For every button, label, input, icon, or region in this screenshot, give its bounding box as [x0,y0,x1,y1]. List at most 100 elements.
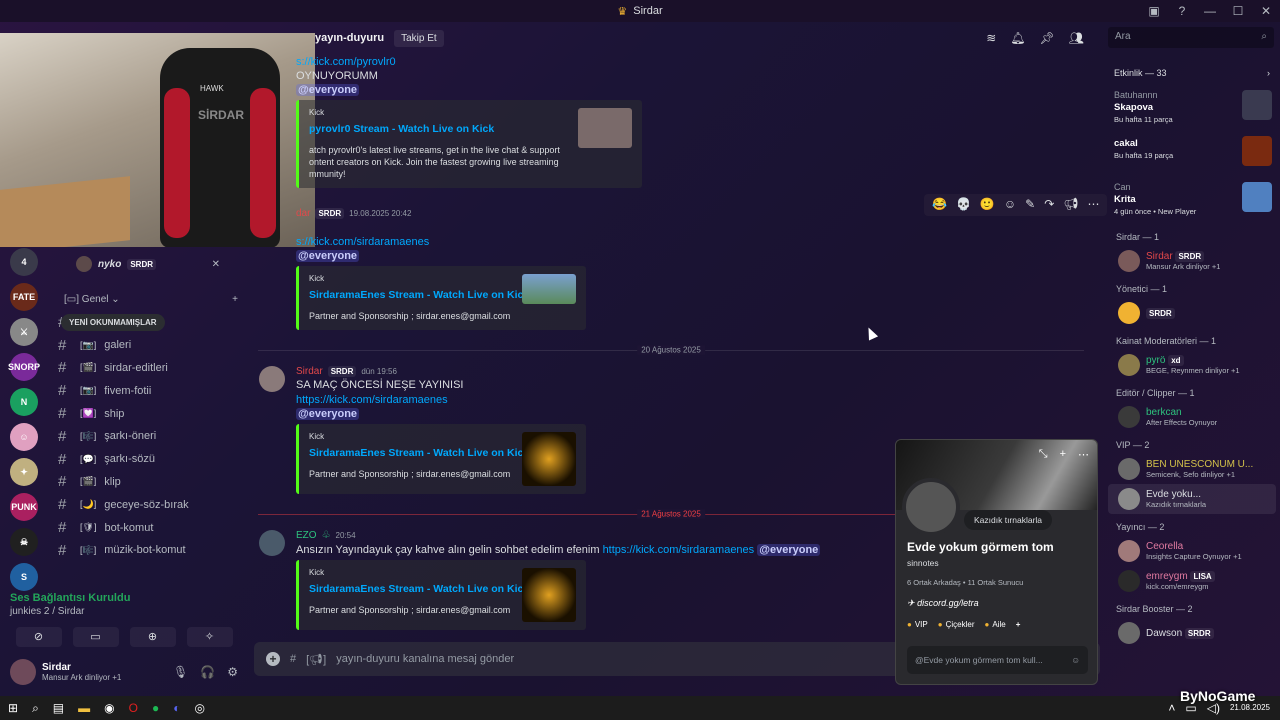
edit-icon[interactable]: ✎ [1025,197,1035,213]
embed-thumbnail[interactable] [522,568,576,622]
headphones-icon[interactable]: 🎧 [200,665,215,679]
forward-icon[interactable]: ↷ [1044,197,1054,213]
obs-icon[interactable]: ◎ [194,701,204,715]
member-item[interactable]: pyrö xd BEGE, Reynmen dinliyor +1 [1104,350,1280,380]
add-attachment-icon[interactable]: + [266,652,280,666]
server-icon[interactable]: SNORP [8,353,40,381]
opera-icon[interactable]: O [129,701,138,715]
camera-off-icon[interactable]: ⊘ [15,627,62,647]
member-item[interactable]: emreygm LISA kick.com/emreygm [1104,566,1280,596]
spotify-icon[interactable]: ● [152,701,159,715]
role-chip[interactable]: VIP [907,620,928,629]
avatar[interactable] [10,659,36,685]
settings-gear-icon[interactable]: ⚙ [227,665,238,679]
channel-şarkı-sözü[interactable]: # [💬] şarkı-sözü [48,448,248,471]
reaction-smile-icon[interactable]: 🙂 [980,197,995,213]
message-link[interactable]: s://kick.com/sirdaramaenes [296,236,429,248]
member-item[interactable]: Ceorella Insights Capture Oynuyor +1 [1104,536,1280,566]
author-name[interactable]: EZO [296,530,317,541]
profile-message-input[interactable]: @Evde yokum görmem tom kull... ☺ [907,646,1088,674]
new-unreads-pill[interactable]: YENİ OKUNMAMIŞLAR [61,314,165,331]
activity-header[interactable]: Etkinlik — 33 › [1104,60,1280,86]
embed-thumbnail[interactable] [522,274,576,304]
mention[interactable]: @everyone [296,84,360,96]
channel-geceye-söz-bırak[interactable]: # [🌙] geceye-söz-bırak [48,493,248,516]
add-reaction-icon[interactable]: ☺ [1004,197,1016,213]
member-list-icon[interactable]: 👥︎ [1069,31,1084,45]
follow-button[interactable]: Takip Et [394,29,444,47]
avatar[interactable] [259,530,285,556]
voice-channel-name[interactable]: junkies 2 / Sirdar [10,606,238,617]
server-icon[interactable]: PUNK [10,493,38,521]
activity-card[interactable]: Can Krita 4 gün önce • New Player [1104,178,1280,224]
message-link[interactable]: https://kick.com/sirdaramaenes [296,394,448,406]
message-link[interactable]: https://kick.com/sirdaramaenes [603,544,755,556]
maximize-button[interactable]: ☐ [1224,4,1252,18]
embed-thumbnail[interactable] [578,108,632,148]
announce-icon[interactable]: 📢︎ [1063,197,1078,213]
microphone-icon[interactable]: 🎙 [173,665,188,679]
member-item[interactable]: Evde yoku... Kazıdık tırnaklarla [1108,484,1276,514]
add-friend-icon[interactable]: + [1060,448,1066,461]
screen-share-icon[interactable]: ▭ [72,627,119,647]
server-icon[interactable]: ☠ [10,528,38,556]
discord-icon[interactable]: ◐ [173,701,180,715]
emoji-icon[interactable]: ☺ [1071,655,1080,665]
minimize-button[interactable]: — [1196,4,1224,18]
tray-chevron-icon[interactable]: ˄ [1168,701,1175,715]
mention[interactable]: @everyone [296,250,360,262]
author-name[interactable]: dar [296,208,310,219]
inbox-icon[interactable]: ▣ [1140,4,1168,18]
voice-channel-user[interactable]: nyko SRDR ✕ [48,248,248,280]
channel-müzik-bot-komut[interactable]: # [🎼] müzik-bot-komut [48,539,248,562]
profile-link[interactable]: ✈ discord.gg/letra [907,598,979,609]
pin-icon[interactable]: 📌︎ [1040,31,1055,45]
member-item[interactable]: berkcan After Effects Oynuyor [1104,402,1280,432]
threads-icon[interactable]: ≋ [986,31,996,45]
embed-thumbnail[interactable] [522,432,576,486]
search-icon[interactable]: ⌕ [32,701,39,716]
windows-start-icon[interactable]: ⊞ [8,701,18,715]
message-link[interactable]: s://kick.com/pyrovlr0 [296,56,396,68]
channel-sirdar-editleri[interactable]: # [🎬] sirdar-editleri [48,357,248,380]
more-icon[interactable]: ⋯ [1087,197,1099,213]
reaction-laugh-icon[interactable]: 😂 [932,197,947,213]
mention[interactable]: @everyone [296,408,360,420]
author-name[interactable]: Sirdar [296,366,323,377]
server-icon[interactable]: ☺ [10,423,38,451]
role-chip[interactable]: Çiçekler [938,620,975,629]
member-item[interactable]: BEN UNESCONUM U... Semicenk, Sefo dinliy… [1104,454,1280,484]
more-icon[interactable]: ⋯ [1078,448,1089,461]
activity-card[interactable]: Batuhannn Skapova Bu hafta 11 parça [1104,86,1280,132]
profile-mutuals[interactable]: 6 Ortak Arkadaş • 11 Ortak Sunucu [907,578,1023,587]
reaction-skull-icon[interactable]: 💀 [956,197,971,213]
server-icon[interactable]: ⚔ [10,318,38,346]
channel-şarkı-öneri[interactable]: # [🎼] şarkı-öneri [48,425,248,448]
add-channel-icon[interactable]: + [232,294,238,305]
channel-ship[interactable]: # [💟] ship [48,402,248,425]
add-role-icon[interactable]: + [1016,620,1021,629]
avatar[interactable] [259,366,285,392]
taskbar-date[interactable]: 21.08.2025 [1230,703,1270,713]
mention[interactable]: @everyone [757,544,821,556]
member-item[interactable]: SRDR [1104,298,1280,328]
bell-icon[interactable]: 🔔︎ [1010,31,1025,45]
role-chip[interactable]: Aile [985,620,1005,629]
avatar[interactable] [902,478,960,536]
channel-bot-komut[interactable]: # [🛡] bot-komut [48,516,248,539]
member-item[interactable]: Dawson SRDR [1104,618,1280,648]
soundboard-icon[interactable]: ✧ [186,627,233,647]
file-explorer-icon[interactable]: ▬ [78,701,90,715]
search-input[interactable]: Ara ⌕ [1108,27,1274,48]
server-icon[interactable]: FATE [10,283,38,311]
server-icon[interactable]: N [10,388,38,416]
channel-fivem-fotii[interactable]: # [📷] fivem-fotii [48,379,248,402]
channel-klip[interactable]: # [🎬] klip [48,471,248,494]
collapse-icon[interactable]: ⤡ [1039,448,1048,461]
activity-icon[interactable]: ⊕ [129,627,176,647]
category-genel[interactable]: [▭] Genel ⌄ + [48,280,248,311]
server-icon[interactable]: ✦ [10,458,38,486]
steam-icon[interactable]: ◉ [104,701,114,715]
help-icon[interactable]: ? [1168,4,1196,18]
server-icon[interactable]: 4 [10,248,38,276]
